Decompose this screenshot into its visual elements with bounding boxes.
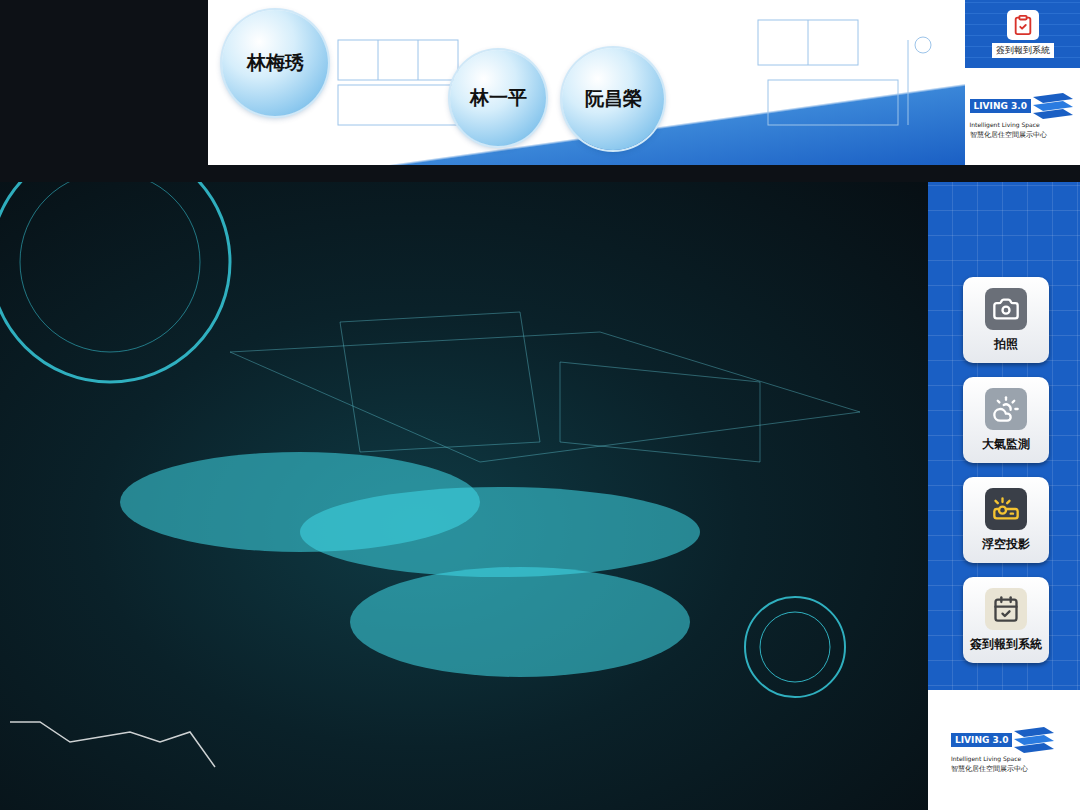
menu-label: 浮空投影 — [982, 536, 1030, 553]
name-bubble: 阮昌榮 — [562, 48, 664, 150]
camera-icon — [992, 295, 1020, 323]
checkin-shortcut[interactable]: 簽到報到系統 — [965, 0, 1080, 68]
logo-subtitle: Intelligent Living Space — [970, 121, 1076, 128]
projector-icon — [992, 495, 1020, 523]
menu-label: 拍照 — [994, 336, 1018, 353]
logo-title: LIVING 3.0 — [951, 733, 1012, 747]
side-panel: 拍照大氣監測浮空投影簽到報到系統 LIVING 3.0 Intelligent Li… — [928, 182, 1080, 810]
menu-label: 大氣監測 — [982, 436, 1030, 453]
page: 林梅琇林一平阮昌榮簽到報到系統LIVING 3.0Intelligent Liv… — [0, 0, 1080, 810]
menu-button[interactable]: 拍照 — [963, 277, 1049, 363]
menu-button[interactable]: 簽到報到系統 — [963, 577, 1049, 663]
living-logo: LIVING 3.0 Intelligent Living Space 智慧化居住空… — [970, 93, 1076, 140]
logo-title: LIVING 3.0 — [970, 99, 1031, 113]
checkin-icon — [1012, 14, 1034, 36]
main-row: 拍照大氣監測浮空投影簽到報到系統 LIVING 3.0 Intelligent Li… — [0, 182, 1080, 810]
bottom-logo-area: LIVING 3.0 Intelligent Living Space 智慧化居住空… — [928, 690, 1080, 810]
menu-button[interactable]: 大氣監測 — [963, 377, 1049, 463]
video-frame — [0, 182, 928, 810]
logo-mark-icon — [1033, 93, 1073, 119]
menu-label: 簽到報到系統 — [970, 636, 1042, 653]
top-right-panel: 簽到報到系統 LIVING 3.0 Intelligent Living Space… — [965, 0, 1080, 165]
logo-caption: 智慧化居住空間展示中心 — [951, 764, 1057, 774]
top-logo-area: LIVING 3.0 Intelligent Living Space 智慧化居住空… — [965, 68, 1080, 165]
blueprint-city-icon — [0, 182, 928, 810]
name-bubble: 林一平 — [450, 50, 546, 146]
top-row: 林梅琇 林一平阮昌榮 簽到報到系統 LIVING 3.0 Intelligent Liv… — [0, 0, 1080, 165]
names-banner: 林梅琇 林一平阮昌榮 — [208, 0, 965, 165]
weather-icon — [992, 395, 1020, 423]
menu-button[interactable]: 浮空投影 — [963, 477, 1049, 563]
checkin-shortcut-label: 簽到報到系統 — [992, 43, 1054, 58]
logo-subtitle: Intelligent Living Space — [951, 755, 1057, 762]
checkin-icon — [992, 595, 1020, 623]
name-bubble: 林梅琇 — [222, 10, 328, 116]
menu-list: 拍照大氣監測浮空投影簽到報到系統 — [928, 182, 1080, 690]
living-logo: LIVING 3.0 Intelligent Living Space 智慧化居住空… — [951, 727, 1057, 774]
spacer — [0, 165, 1080, 182]
dark-corner — [0, 0, 208, 165]
logo-mark-icon — [1014, 727, 1054, 753]
logo-caption: 智慧化居住空間展示中心 — [970, 130, 1076, 140]
